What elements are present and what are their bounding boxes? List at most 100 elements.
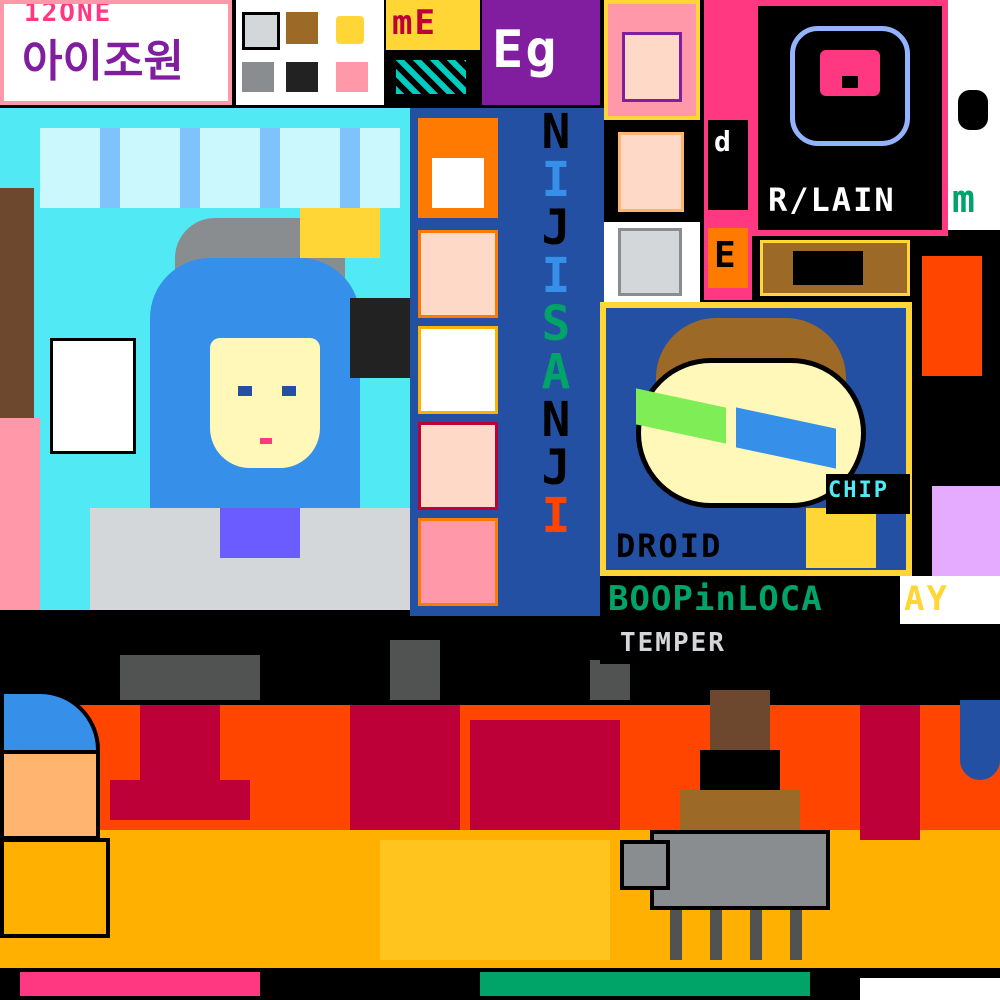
dog-stack xyxy=(680,790,800,830)
nijisanji-letter: N xyxy=(541,108,571,160)
chip-tag: CHIP xyxy=(826,474,910,514)
small-d-label: d xyxy=(714,125,733,158)
brown-cat-icon xyxy=(286,12,318,44)
portrait-1 xyxy=(418,230,498,318)
droid-label: DROID xyxy=(616,527,723,565)
vtuber-mural xyxy=(0,108,410,610)
bear-nose xyxy=(842,76,858,88)
skull-icon xyxy=(336,16,364,44)
checker-pattern xyxy=(396,60,466,94)
girl-eye-right xyxy=(282,386,296,396)
anime-face-2 xyxy=(618,132,684,212)
boy-face xyxy=(0,750,100,840)
donkey-legs xyxy=(670,910,820,960)
top-left-sign: 12ONE 아이조원 xyxy=(0,0,232,105)
eg-label: Eg xyxy=(492,20,559,80)
pink-cat-icon xyxy=(336,62,368,92)
yellow-cat-icon xyxy=(806,508,876,568)
church-shape xyxy=(350,700,460,830)
brown-face-tile xyxy=(0,188,34,418)
nijisanji-letter: S xyxy=(541,296,571,352)
booper-row: BOOPinLOCA xyxy=(600,576,900,624)
dog-face xyxy=(432,158,484,208)
anime-tile-3 xyxy=(604,222,700,302)
girl-face xyxy=(210,338,320,468)
anime-tile-top xyxy=(604,0,700,120)
sign-line-1: 12ONE xyxy=(24,0,113,28)
bottom-strip-white xyxy=(860,978,1000,1000)
cat-stack xyxy=(700,750,780,790)
nijisanji-letters: N I J I S A N J I xyxy=(534,108,578,540)
checker-block xyxy=(386,50,480,105)
nijisanji-portraits xyxy=(410,108,506,616)
temper-label: TEMPER xyxy=(620,628,726,658)
cat-faces-block xyxy=(236,0,384,105)
portrait-4 xyxy=(418,518,498,606)
boy-shirt xyxy=(0,838,110,938)
nijisanji-letter: I xyxy=(541,248,571,304)
purple-bow xyxy=(220,508,300,558)
lain-block: R/LAIN xyxy=(752,0,948,236)
me-block: mE xyxy=(386,0,480,50)
chibi-row xyxy=(40,128,400,208)
torch-icon xyxy=(922,256,982,376)
portrait-3 xyxy=(418,422,498,510)
cathedral-shape xyxy=(470,720,620,830)
mural-yellow-outlines xyxy=(380,840,610,960)
pink-flower-border xyxy=(0,418,40,610)
temper-row: TEMPER xyxy=(600,624,860,664)
sign-line-2: 아이조원 xyxy=(22,36,184,87)
skyline-silhouette-2 xyxy=(390,640,440,700)
black-cat-icon xyxy=(286,62,318,92)
nijisanji-letter: J xyxy=(541,200,571,256)
brown-label-icon xyxy=(793,251,863,285)
nijisanji-letter: A xyxy=(541,344,571,400)
small-e-label: E xyxy=(714,235,738,276)
girl-mouth xyxy=(260,438,272,444)
right-misc xyxy=(912,236,1000,576)
tower-base-left xyxy=(110,780,250,820)
nijisanji-letter: J xyxy=(541,440,571,496)
ay-block: AY xyxy=(900,576,1000,624)
bear-face xyxy=(820,50,880,96)
booper-label: BOOPinLOCA xyxy=(608,579,823,619)
chip-label: CHIP xyxy=(828,478,889,503)
gate-shape xyxy=(860,700,920,840)
bremen-musicians xyxy=(620,690,860,970)
lain-label: R/LAIN xyxy=(768,181,896,219)
m-label: m xyxy=(952,177,977,221)
nijisanji-letter: N xyxy=(541,392,571,448)
black-ribbon xyxy=(350,298,410,378)
eg-block: Eg xyxy=(482,0,600,105)
me-label: mE xyxy=(392,3,437,43)
ay-label: AY xyxy=(904,579,949,619)
donkey-icon xyxy=(650,830,830,910)
droid-block: DROID xyxy=(600,302,912,576)
anime-face xyxy=(622,32,682,102)
panda-block xyxy=(948,0,1000,170)
pixel-canvas[interactable]: 12ONE 아이조원 mE Eg d E R/LAIN m N I J I S … xyxy=(0,0,1000,1000)
girl-eye-left xyxy=(238,386,252,396)
rooster-icon xyxy=(710,690,770,750)
portrait-2 xyxy=(418,326,498,414)
nijisanji-letter: I xyxy=(541,488,571,544)
side-chibi xyxy=(50,338,136,454)
brown-label xyxy=(760,240,910,296)
lavender-tile xyxy=(932,486,1000,576)
nijisanji-letter: I xyxy=(541,152,571,208)
anime-tile-2 xyxy=(604,124,700,220)
blue-shield xyxy=(960,700,1000,780)
skyline-silhouette-1 xyxy=(120,655,260,700)
donkey-head xyxy=(620,840,670,890)
gray-cat-icon xyxy=(242,62,274,92)
m-block: m xyxy=(948,170,1000,230)
anime-face-3 xyxy=(618,228,682,296)
bottom-strip-green xyxy=(480,972,810,996)
bottom-strip-pink xyxy=(20,972,260,996)
small-tiles: d E xyxy=(704,0,752,300)
cat-faces-icon xyxy=(242,12,280,50)
cartoon-boy xyxy=(0,690,120,970)
panda-eye xyxy=(958,90,988,130)
crown-icon xyxy=(300,208,380,258)
nijisanji-banner: N I J I S A N J I xyxy=(506,108,604,616)
